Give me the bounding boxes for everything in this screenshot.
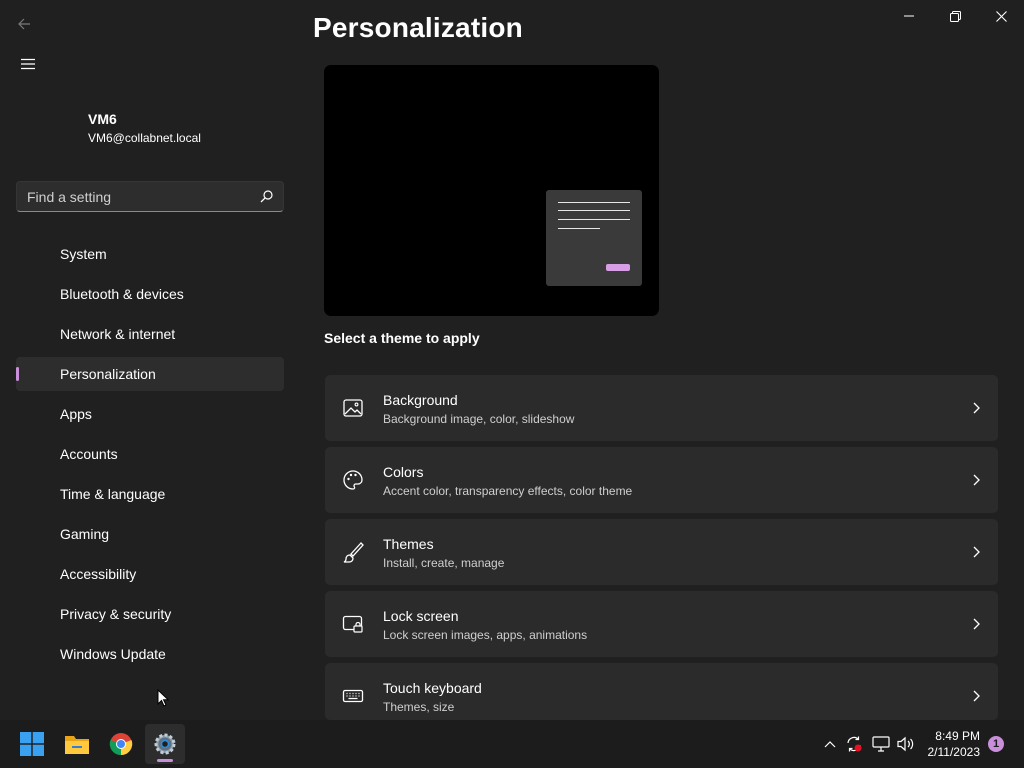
selection-indicator xyxy=(16,367,19,381)
card-title: Colors xyxy=(383,464,424,480)
sync-status-button[interactable] xyxy=(844,734,864,754)
palette-icon xyxy=(343,470,363,490)
search-box[interactable] xyxy=(16,181,284,212)
clock-time[interactable]: 8:49 PM xyxy=(928,729,980,743)
sidebar-item-label: Accessibility xyxy=(60,566,137,582)
user-email: VM6@collabnet.local xyxy=(88,131,201,145)
preview-line xyxy=(558,228,600,229)
restore-button[interactable] xyxy=(932,4,978,28)
sync-error-icon xyxy=(847,736,862,752)
sidebar-item-label: Time & language xyxy=(60,486,166,502)
colors-card[interactable]: Colors Accent color, transparency effect… xyxy=(325,447,998,513)
sidebar-item-accessibility[interactable]: Accessibility xyxy=(16,557,284,591)
close-icon xyxy=(995,10,1007,22)
preview-window xyxy=(546,190,642,286)
touch-keyboard-card[interactable]: Touch keyboard Themes, size xyxy=(325,663,998,720)
settings-icon xyxy=(154,733,176,755)
close-button[interactable] xyxy=(978,4,1024,28)
chrome-button[interactable] xyxy=(101,724,141,764)
restore-icon xyxy=(949,10,961,22)
preview-line xyxy=(558,210,630,211)
search-input[interactable] xyxy=(17,182,247,211)
sidebar-item-label: Accounts xyxy=(60,446,118,462)
chevron-right-icon xyxy=(973,474,980,486)
card-subtitle: Lock screen images, apps, animations xyxy=(383,628,588,642)
preview-accent-button xyxy=(606,264,630,271)
card-title: Lock screen xyxy=(383,608,459,624)
volume-button[interactable] xyxy=(896,734,916,754)
back-arrow-icon xyxy=(18,18,30,30)
lock-screen-card[interactable]: Lock screen Lock screen images, apps, an… xyxy=(325,591,998,657)
card-subtitle: Themes, size xyxy=(383,700,455,714)
themes-card[interactable]: Themes Install, create, manage xyxy=(325,519,998,585)
sidebar-item-label: Bluetooth & devices xyxy=(60,286,184,302)
sidebar-item-privacy-security[interactable]: Privacy & security xyxy=(16,597,284,631)
back-button[interactable] xyxy=(12,12,36,36)
sidebar-item-windows-update[interactable]: Windows Update xyxy=(16,637,284,671)
sidebar-item-accounts[interactable]: Accounts xyxy=(16,437,284,471)
preview-line xyxy=(558,219,630,220)
sidebar-item-gaming[interactable]: Gaming xyxy=(16,517,284,551)
minimize-button[interactable] xyxy=(886,4,932,28)
image-icon xyxy=(343,399,363,417)
chevron-right-icon xyxy=(973,690,980,702)
sidebar-item-system[interactable]: System xyxy=(16,237,284,271)
card-subtitle: Accent color, transparency effects, colo… xyxy=(383,484,633,498)
sidebar-item-label: Network & internet xyxy=(60,326,176,342)
background-card[interactable]: Background Background image, color, slid… xyxy=(325,375,998,441)
sidebar-item-apps[interactable]: Apps xyxy=(16,397,284,431)
clock-date[interactable]: 2/11/2023 xyxy=(922,745,981,759)
card-subtitle: Background image, color, slideshow xyxy=(383,412,575,426)
card-title: Themes xyxy=(383,536,434,552)
search-icon[interactable] xyxy=(260,190,273,203)
file-explorer-icon xyxy=(65,736,89,754)
notification-badge[interactable]: 1 xyxy=(988,736,1004,752)
start-button[interactable] xyxy=(12,724,52,764)
sidebar-item-label: Windows Update xyxy=(60,646,166,662)
chevron-right-icon xyxy=(973,546,980,558)
settings-button[interactable] xyxy=(145,724,185,764)
lock-screen-icon xyxy=(342,615,363,633)
sidebar-item-label: Gaming xyxy=(60,526,110,542)
theme-preview xyxy=(324,65,659,316)
keyboard-icon xyxy=(342,689,364,703)
sidebar-item-bluetooth-devices[interactable]: Bluetooth & devices xyxy=(16,277,284,311)
card-subtitle: Install, create, manage xyxy=(383,556,505,570)
sidebar-item-network-internet[interactable]: Network & internet xyxy=(16,317,284,351)
chevron-right-icon xyxy=(973,618,980,630)
menu-button[interactable] xyxy=(16,52,40,76)
sidebar-item-label: Apps xyxy=(60,406,92,422)
chevron-up-icon xyxy=(824,741,836,748)
network-icon xyxy=(872,736,890,752)
volume-icon xyxy=(897,736,914,752)
sidebar-item-label: Privacy & security xyxy=(60,606,172,622)
brush-icon xyxy=(343,542,364,563)
start-icon xyxy=(20,732,44,756)
chevron-right-icon xyxy=(973,402,980,414)
minimize-icon xyxy=(904,15,914,17)
card-title: Background xyxy=(383,392,458,408)
page-title: Personalization xyxy=(313,12,523,43)
show-hidden-icons-button[interactable] xyxy=(820,734,840,754)
card-title: Touch keyboard xyxy=(383,680,482,696)
sidebar-item-personalization[interactable]: Personalization xyxy=(16,357,284,391)
active-app-indicator xyxy=(157,759,173,762)
user-name: VM6 xyxy=(88,111,117,127)
hamburger-icon xyxy=(21,58,35,70)
file-explorer-button[interactable] xyxy=(57,724,97,764)
sidebar-item-label: System xyxy=(60,246,107,262)
network-button[interactable] xyxy=(871,734,891,754)
section-heading: Select a theme to apply xyxy=(324,330,480,346)
taskbar xyxy=(0,720,1024,768)
chrome-icon xyxy=(109,733,133,756)
mouse-cursor-icon xyxy=(157,689,169,707)
sidebar-item-time-language[interactable]: Time & language xyxy=(16,477,284,511)
sidebar-item-label: Personalization xyxy=(60,366,156,382)
preview-line xyxy=(558,202,630,203)
